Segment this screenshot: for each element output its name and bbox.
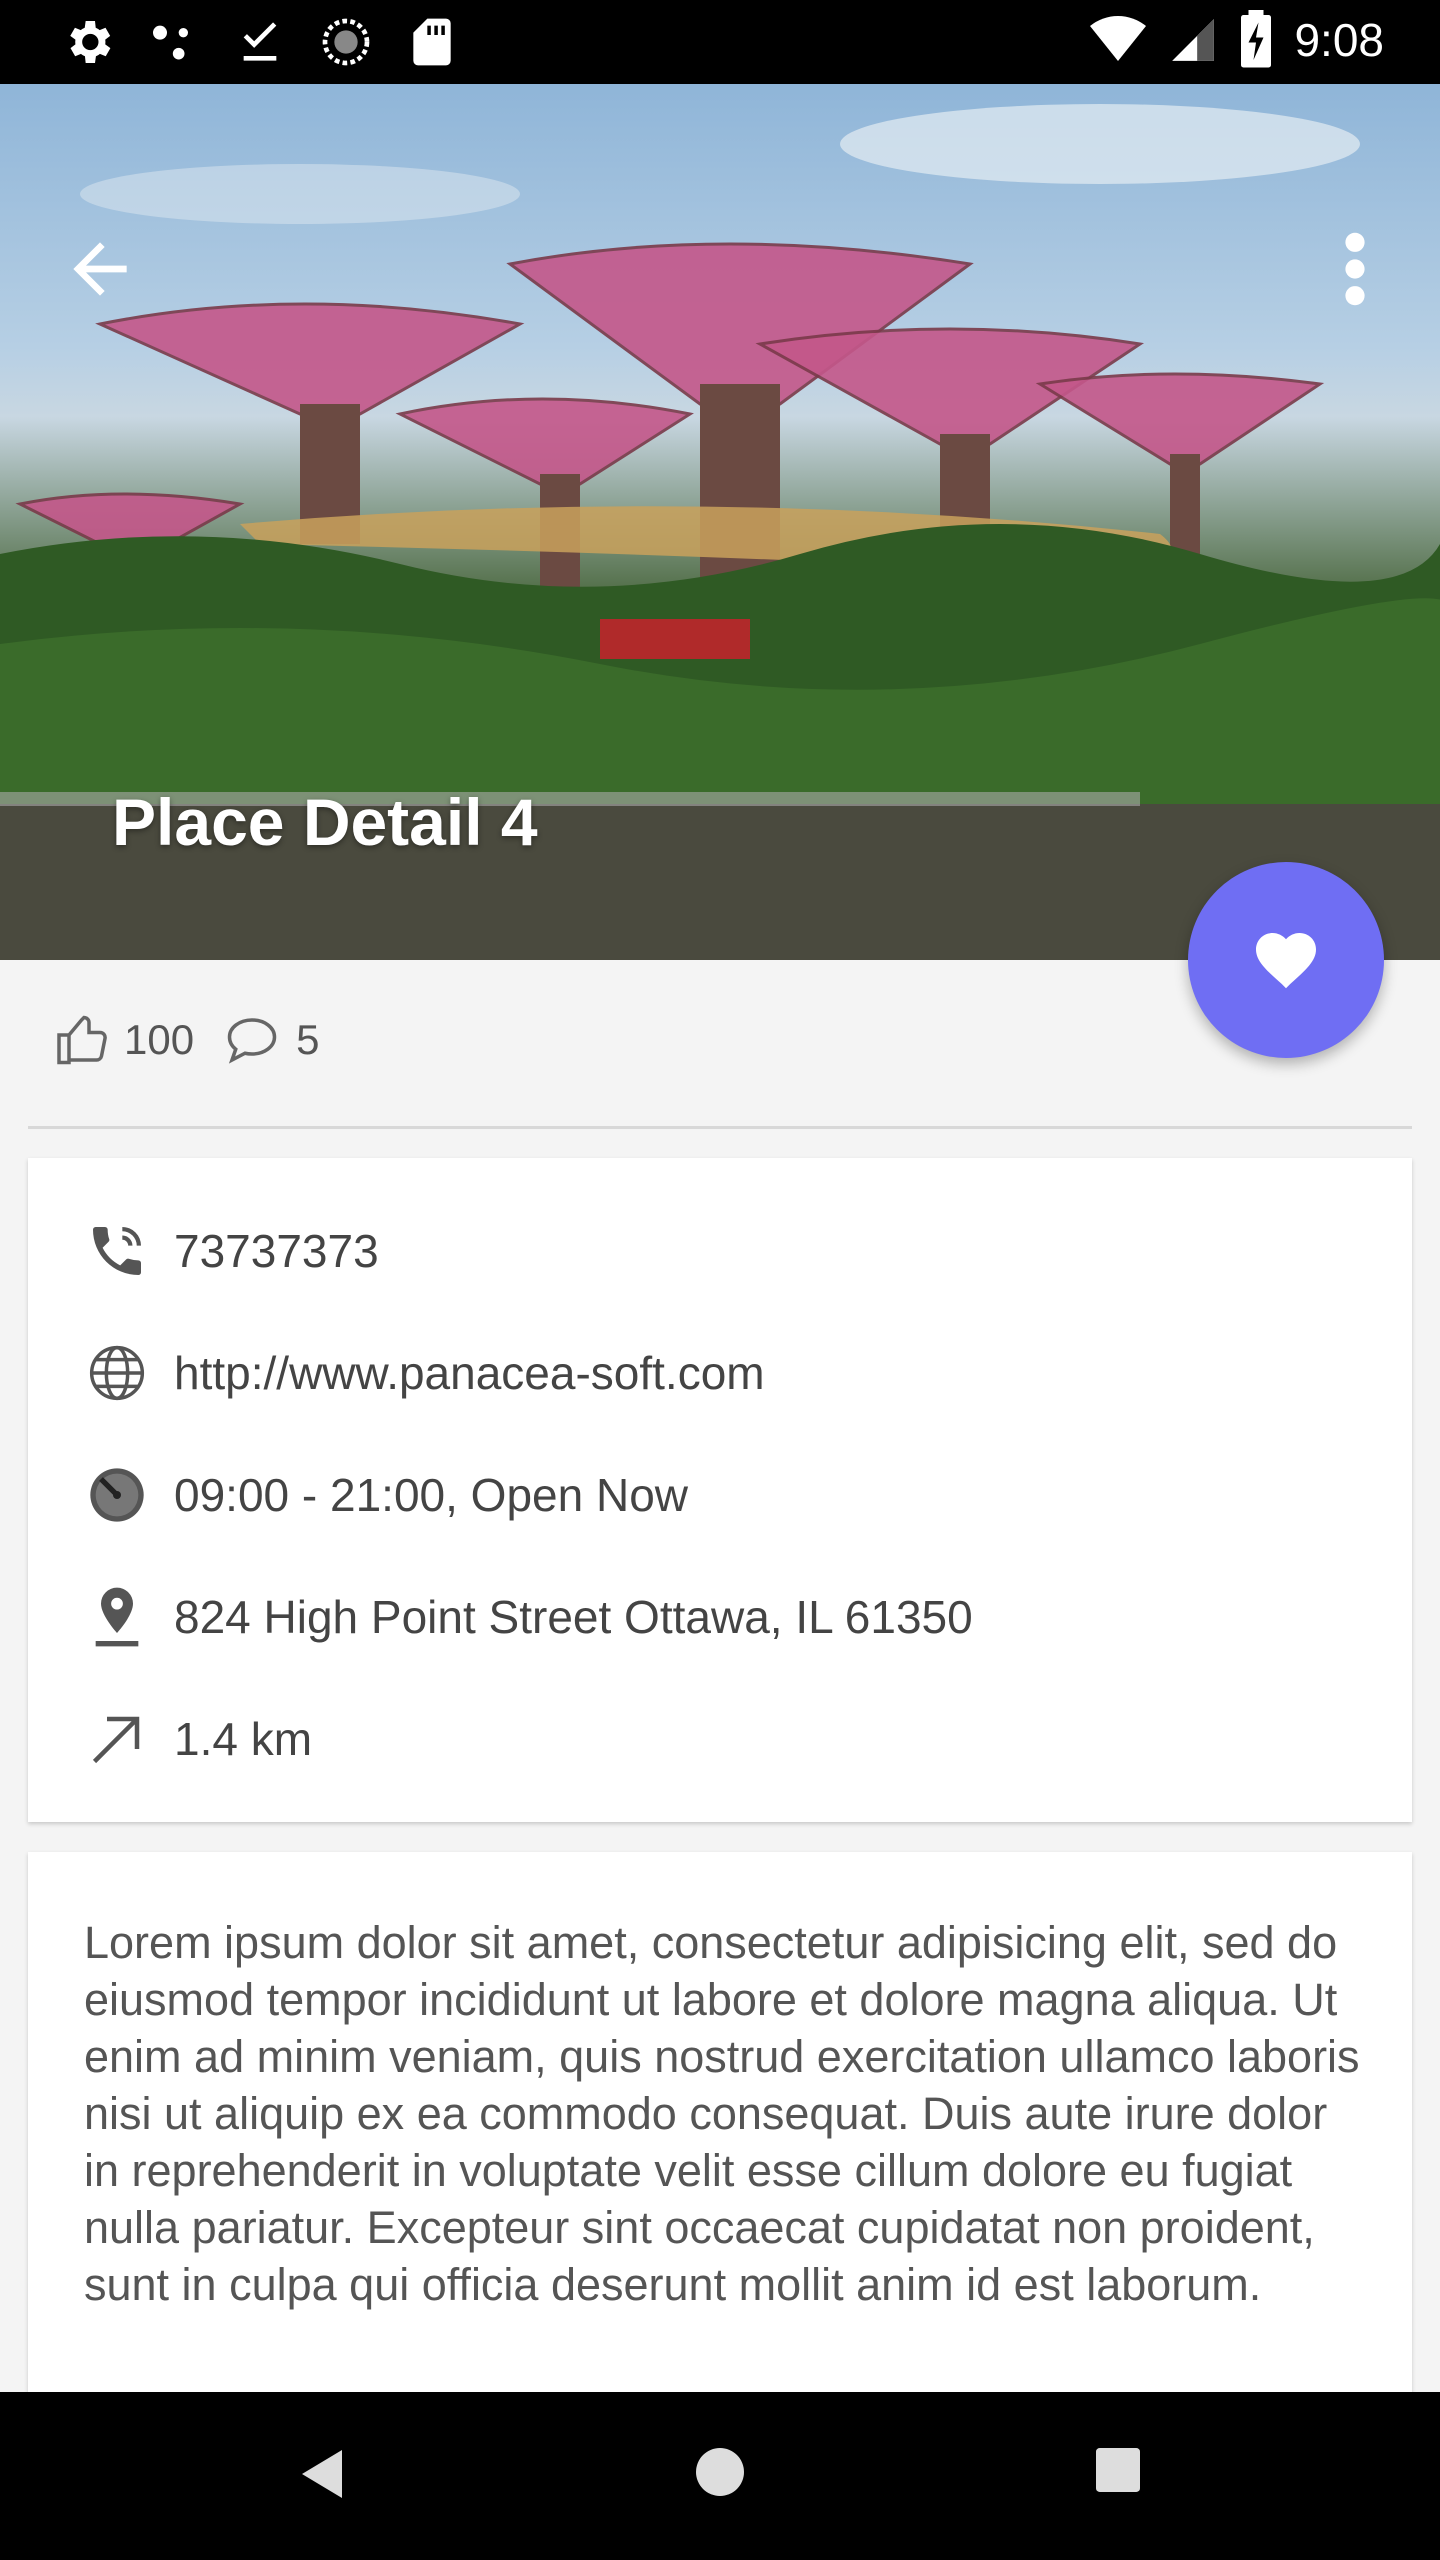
more-vert-icon[interactable] (1330, 229, 1380, 309)
comments-stat[interactable]: 5 (222, 1010, 319, 1070)
download-done-icon (243, 22, 277, 61)
nav-recents-icon[interactable] (1096, 2448, 1140, 2492)
description-text: Lorem ipsum dolor sit amet, consectetur … (84, 1917, 1360, 2310)
website-text: http://www.panacea-soft.com (174, 1347, 765, 1399)
phone-icon (93, 1227, 141, 1275)
location-pin-icon (95, 1587, 139, 1647)
likes-stat[interactable]: 100 (54, 1010, 194, 1070)
dots-icon (153, 25, 188, 60)
globe-icon (89, 1345, 145, 1401)
settings-icon (70, 21, 111, 63)
divider (28, 1126, 1412, 1129)
status-bar: 9:08 (0, 0, 1440, 84)
nav-home-icon[interactable] (696, 2448, 744, 2496)
address-row[interactable]: 824 High Point Street Ottawa, IL 61350 (28, 1562, 1412, 1672)
phone-text: 73737373 (174, 1225, 379, 1277)
sync-icon (322, 18, 370, 66)
clock: 9:08 (1294, 14, 1384, 66)
hours-row: 09:00 - 21:00, Open Now (28, 1440, 1412, 1550)
battery-charging-icon (1241, 10, 1272, 68)
sd-card-icon (413, 18, 451, 66)
website-row[interactable]: http://www.panacea-soft.com (28, 1318, 1412, 1428)
info-card: 73737373 http://www.panacea-soft.com 09:… (28, 1158, 1412, 1822)
back-arrow-icon[interactable] (60, 229, 140, 309)
place-title: Place Detail 4 (112, 785, 538, 859)
hours-text: 09:00 - 21:00, Open Now (174, 1469, 688, 1521)
arrow-up-right-icon (92, 1716, 140, 1764)
navigation-bar (0, 2392, 1440, 2560)
address-text: 824 High Point Street Ottawa, IL 61350 (174, 1591, 973, 1643)
comments-count: 5 (296, 1016, 320, 1063)
phone-row[interactable]: 73737373 (28, 1196, 1412, 1306)
nav-back-icon[interactable] (298, 2446, 346, 2502)
distance-row: 1.4 km (28, 1684, 1412, 1794)
thumb-up-icon (57, 1015, 107, 1065)
favorite-button[interactable] (1188, 862, 1384, 1058)
distance-text: 1.4 km (174, 1713, 313, 1765)
clock-icon (90, 1468, 144, 1522)
comment-icon (227, 1018, 277, 1064)
hero-image: Place Detail 4 (0, 84, 1440, 960)
wifi-icon (1090, 16, 1147, 62)
signal-icon (1172, 19, 1215, 61)
stats-row: 100 5 (54, 1010, 319, 1070)
heart-icon (1256, 933, 1316, 989)
likes-count: 100 (124, 1016, 195, 1063)
